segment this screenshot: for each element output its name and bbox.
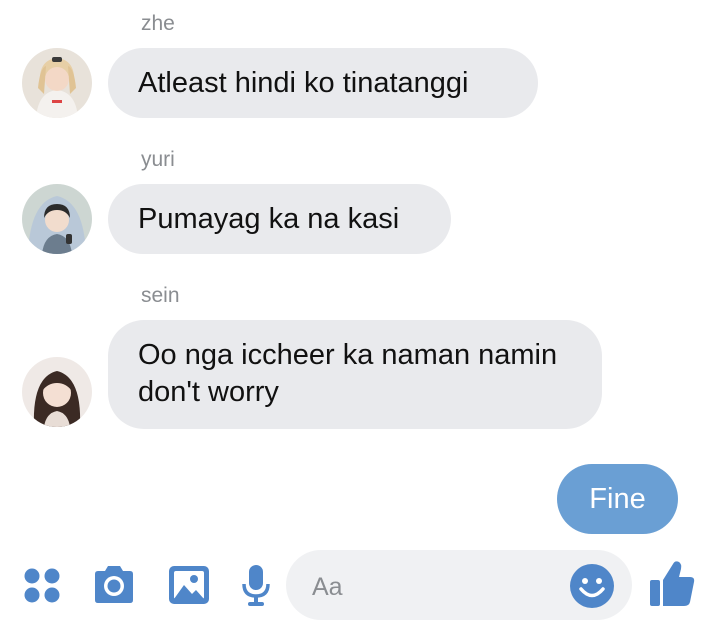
microphone-icon[interactable]	[240, 562, 272, 608]
message-bubble-sein[interactable]: Oo nga iccheer ka naman namin don't worr…	[108, 320, 602, 429]
avatar-sein[interactable]	[22, 357, 92, 427]
message-bubble-yuri[interactable]: Pumayag ka na kasi	[108, 184, 451, 254]
avatar-yuri[interactable]	[22, 184, 92, 254]
message-bubble-zhe[interactable]: Atleast hindi ko tinatanggi	[108, 48, 538, 118]
message-composer[interactable]	[286, 550, 632, 620]
sender-name-sein: sein	[141, 284, 180, 307]
message-text: Pumayag ka na kasi	[138, 203, 400, 235]
gallery-icon[interactable]	[166, 562, 212, 608]
emoji-icon[interactable]	[568, 562, 616, 615]
message-text: Fine	[589, 483, 646, 515]
message-text: Atleast hindi ko tinatanggi	[138, 67, 469, 99]
chat-screen: zhe Atleast hindi ko tinatanggi yuri Pum…	[0, 0, 712, 632]
message-input[interactable]	[310, 570, 564, 604]
outgoing-message-bubble[interactable]: Fine	[557, 464, 678, 534]
camera-icon[interactable]	[91, 562, 137, 608]
message-text: Oo nga iccheer ka naman namin don't worr…	[138, 339, 558, 408]
sender-name-yuri: yuri	[141, 148, 175, 171]
avatar-zhe[interactable]	[22, 48, 92, 118]
sender-name-zhe: zhe	[141, 12, 175, 35]
apps-grid-icon[interactable]	[22, 562, 62, 608]
thumbs-up-icon[interactable]	[648, 558, 696, 606]
